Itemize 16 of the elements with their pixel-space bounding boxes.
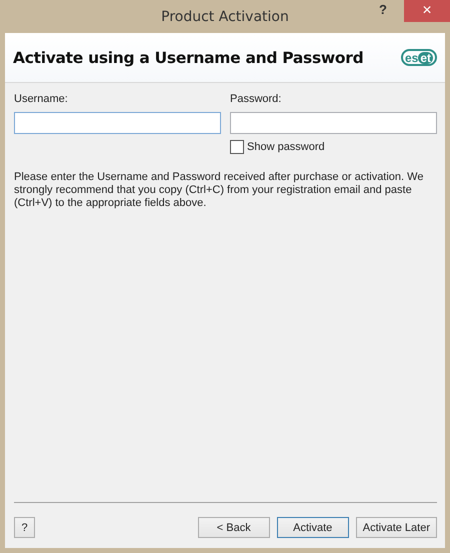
instructions-text: Please enter the Username and Password received after purchase or activation. We strongly recommend that you copy (Ctrl+C) from your registration email and paste (Ctrl+V) to the appropriate fields above. [14,171,424,210]
window-title: Product Activation [161,8,289,24]
dialog-button[interactable]: Activate Later [356,517,437,538]
close-button[interactable]: × [404,0,450,22]
input-field[interactable] [230,112,437,134]
dialog-button[interactable]: Activate [276,517,349,538]
page-heading: Activate using a Username and Password [13,48,364,66]
checkbox[interactable] [230,140,244,154]
logo: eset [400,49,437,66]
help-button[interactable]: ? [379,2,387,17]
help-button[interactable]: ? [14,517,35,538]
dialog-button[interactable]: < Back [198,517,270,538]
checkbox-label: Show password [247,141,325,153]
input-field[interactable] [14,112,221,134]
field-label: Username: [14,93,69,105]
field-label: Password: [230,93,282,105]
